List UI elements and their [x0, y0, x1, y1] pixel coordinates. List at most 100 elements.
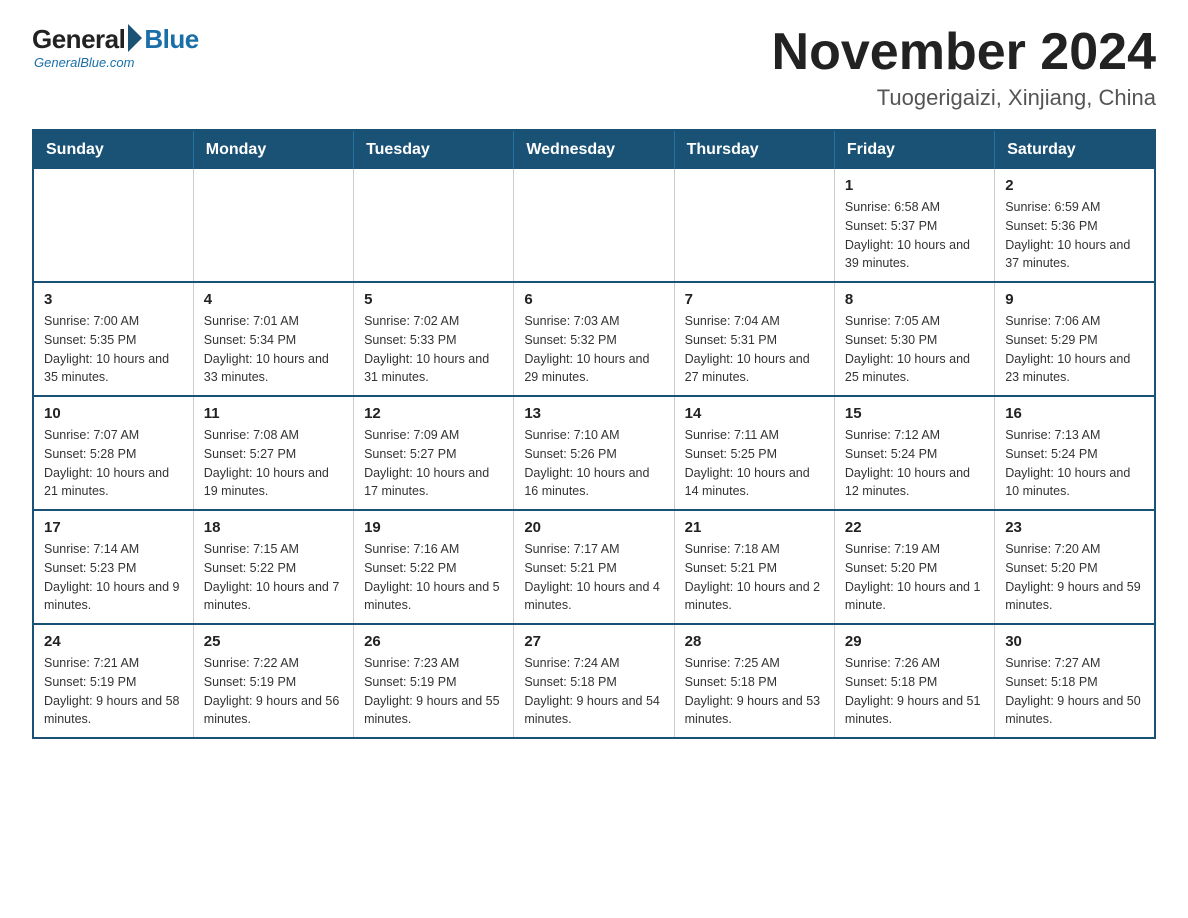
day-info: Sunrise: 7:24 AMSunset: 5:18 PMDaylight:… [524, 654, 663, 729]
day-number: 25 [204, 633, 343, 650]
day-info: Sunrise: 7:27 AMSunset: 5:18 PMDaylight:… [1005, 654, 1144, 729]
logo-general-text: General [32, 24, 125, 55]
day-number: 30 [1005, 633, 1144, 650]
calendar-cell: 8 Sunrise: 7:05 AMSunset: 5:30 PMDaylight… [834, 282, 994, 396]
day-number: 16 [1005, 405, 1144, 422]
logo: General Blue GeneralBlue.com [32, 24, 199, 70]
day-number: 20 [524, 519, 663, 536]
calendar-cell: 17 Sunrise: 7:14 AMSunset: 5:23 PMDayligh… [33, 510, 193, 624]
day-info: Sunrise: 7:16 AMSunset: 5:22 PMDaylight:… [364, 540, 503, 615]
day-number: 18 [204, 519, 343, 536]
calendar-cell: 2 Sunrise: 6:59 AMSunset: 5:36 PMDaylight… [995, 169, 1155, 282]
day-number: 26 [364, 633, 503, 650]
day-number: 23 [1005, 519, 1144, 536]
calendar-cell: 16 Sunrise: 7:13 AMSunset: 5:24 PMDayligh… [995, 396, 1155, 510]
logo-blue-text: Blue [144, 24, 198, 55]
day-number: 1 [845, 177, 984, 194]
day-info: Sunrise: 7:22 AMSunset: 5:19 PMDaylight:… [204, 654, 343, 729]
day-number: 6 [524, 291, 663, 308]
calendar-cell: 10Sunrise: 7:07 AMSunset: 5:28 PMDayligh… [33, 396, 193, 510]
day-info: Sunrise: 7:00 AMSunset: 5:35 PMDaylight:… [44, 312, 183, 387]
calendar-cell: 15 Sunrise: 7:12 AMSunset: 5:24 PMDayligh… [834, 396, 994, 510]
calendar-table: SundayMondayTuesdayWednesdayThursdayFrid… [32, 129, 1156, 739]
calendar-cell: 5 Sunrise: 7:02 AMSunset: 5:33 PMDaylight… [354, 282, 514, 396]
day-info: Sunrise: 7:26 AMSunset: 5:18 PMDaylight:… [845, 654, 984, 729]
day-info: Sunrise: 7:09 AMSunset: 5:27 PMDaylight:… [364, 426, 503, 501]
calendar-title: November 2024 [772, 24, 1156, 81]
calendar-cell: 14 Sunrise: 7:11 AMSunset: 5:25 PMDayligh… [674, 396, 834, 510]
weekday-header-tuesday: Tuesday [354, 130, 514, 169]
day-info: Sunrise: 6:58 AMSunset: 5:37 PMDaylight:… [845, 198, 984, 273]
calendar-week-row: 24Sunrise: 7:21 AMSunset: 5:19 PMDayligh… [33, 624, 1155, 738]
day-info: Sunrise: 7:04 AMSunset: 5:31 PMDaylight:… [685, 312, 824, 387]
day-info: Sunrise: 7:06 AMSunset: 5:29 PMDaylight:… [1005, 312, 1144, 387]
day-number: 2 [1005, 177, 1144, 194]
weekday-header-row: SundayMondayTuesdayWednesdayThursdayFrid… [33, 130, 1155, 169]
calendar-week-row: 1 Sunrise: 6:58 AMSunset: 5:37 PMDaylight… [33, 169, 1155, 282]
day-info: Sunrise: 6:59 AMSunset: 5:36 PMDaylight:… [1005, 198, 1144, 273]
day-number: 11 [204, 405, 343, 422]
day-number: 8 [845, 291, 984, 308]
day-info: Sunrise: 7:18 AMSunset: 5:21 PMDaylight:… [685, 540, 824, 615]
calendar-cell [33, 169, 193, 282]
day-info: Sunrise: 7:20 AMSunset: 5:20 PMDaylight:… [1005, 540, 1144, 615]
calendar-cell [354, 169, 514, 282]
calendar-cell: 30 Sunrise: 7:27 AMSunset: 5:18 PMDayligh… [995, 624, 1155, 738]
calendar-cell: 13 Sunrise: 7:10 AMSunset: 5:26 PMDayligh… [514, 396, 674, 510]
calendar-week-row: 10Sunrise: 7:07 AMSunset: 5:28 PMDayligh… [33, 396, 1155, 510]
calendar-week-row: 3Sunrise: 7:00 AMSunset: 5:35 PMDaylight… [33, 282, 1155, 396]
weekday-header-friday: Friday [834, 130, 994, 169]
day-info: Sunrise: 7:02 AMSunset: 5:33 PMDaylight:… [364, 312, 503, 387]
calendar-cell: 11 Sunrise: 7:08 AMSunset: 5:27 PMDayligh… [193, 396, 353, 510]
day-info: Sunrise: 7:07 AMSunset: 5:28 PMDaylight:… [44, 426, 183, 501]
page-header: General Blue GeneralBlue.com November 20… [32, 24, 1156, 111]
day-info: Sunrise: 7:11 AMSunset: 5:25 PMDaylight:… [685, 426, 824, 501]
day-info: Sunrise: 7:10 AMSunset: 5:26 PMDaylight:… [524, 426, 663, 501]
day-number: 12 [364, 405, 503, 422]
calendar-cell [674, 169, 834, 282]
day-info: Sunrise: 7:08 AMSunset: 5:27 PMDaylight:… [204, 426, 343, 501]
day-number: 27 [524, 633, 663, 650]
day-number: 17 [44, 519, 183, 536]
calendar-cell: 6Sunrise: 7:03 AMSunset: 5:32 PMDaylight… [514, 282, 674, 396]
calendar-cell: 1 Sunrise: 6:58 AMSunset: 5:37 PMDaylight… [834, 169, 994, 282]
calendar-cell: 12 Sunrise: 7:09 AMSunset: 5:27 PMDayligh… [354, 396, 514, 510]
day-info: Sunrise: 7:12 AMSunset: 5:24 PMDaylight:… [845, 426, 984, 501]
day-number: 14 [685, 405, 824, 422]
day-number: 21 [685, 519, 824, 536]
calendar-cell [193, 169, 353, 282]
day-info: Sunrise: 7:19 AMSunset: 5:20 PMDaylight:… [845, 540, 984, 615]
day-number: 22 [845, 519, 984, 536]
weekday-header-sunday: Sunday [33, 130, 193, 169]
calendar-cell: 20Sunrise: 7:17 AMSunset: 5:21 PMDayligh… [514, 510, 674, 624]
day-info: Sunrise: 7:05 AMSunset: 5:30 PMDaylight:… [845, 312, 984, 387]
weekday-header-monday: Monday [193, 130, 353, 169]
day-info: Sunrise: 7:25 AMSunset: 5:18 PMDaylight:… [685, 654, 824, 729]
calendar-cell: 9 Sunrise: 7:06 AMSunset: 5:29 PMDaylight… [995, 282, 1155, 396]
weekday-header-thursday: Thursday [674, 130, 834, 169]
day-number: 9 [1005, 291, 1144, 308]
calendar-week-row: 17 Sunrise: 7:14 AMSunset: 5:23 PMDayligh… [33, 510, 1155, 624]
calendar-cell: 29Sunrise: 7:26 AMSunset: 5:18 PMDayligh… [834, 624, 994, 738]
calendar-cell: 18Sunrise: 7:15 AMSunset: 5:22 PMDayligh… [193, 510, 353, 624]
day-info: Sunrise: 7:13 AMSunset: 5:24 PMDaylight:… [1005, 426, 1144, 501]
calendar-cell: 25 Sunrise: 7:22 AMSunset: 5:19 PMDayligh… [193, 624, 353, 738]
day-info: Sunrise: 7:01 AMSunset: 5:34 PMDaylight:… [204, 312, 343, 387]
day-info: Sunrise: 7:21 AMSunset: 5:19 PMDaylight:… [44, 654, 183, 729]
day-number: 28 [685, 633, 824, 650]
day-number: 4 [204, 291, 343, 308]
location-subtitle: Tuogerigaizi, Xinjiang, China [772, 85, 1156, 111]
day-number: 5 [364, 291, 503, 308]
calendar-cell: 26 Sunrise: 7:23 AMSunset: 5:19 PMDayligh… [354, 624, 514, 738]
calendar-cell: 3Sunrise: 7:00 AMSunset: 5:35 PMDaylight… [33, 282, 193, 396]
day-number: 7 [685, 291, 824, 308]
logo-triangle-icon [128, 24, 142, 52]
day-number: 13 [524, 405, 663, 422]
calendar-cell: 27 Sunrise: 7:24 AMSunset: 5:18 PMDayligh… [514, 624, 674, 738]
day-info: Sunrise: 7:23 AMSunset: 5:19 PMDaylight:… [364, 654, 503, 729]
day-number: 15 [845, 405, 984, 422]
day-number: 19 [364, 519, 503, 536]
day-info: Sunrise: 7:14 AMSunset: 5:23 PMDaylight:… [44, 540, 183, 615]
title-block: November 2024 Tuogerigaizi, Xinjiang, Ch… [772, 24, 1156, 111]
calendar-cell: 23 Sunrise: 7:20 AMSunset: 5:20 PMDayligh… [995, 510, 1155, 624]
